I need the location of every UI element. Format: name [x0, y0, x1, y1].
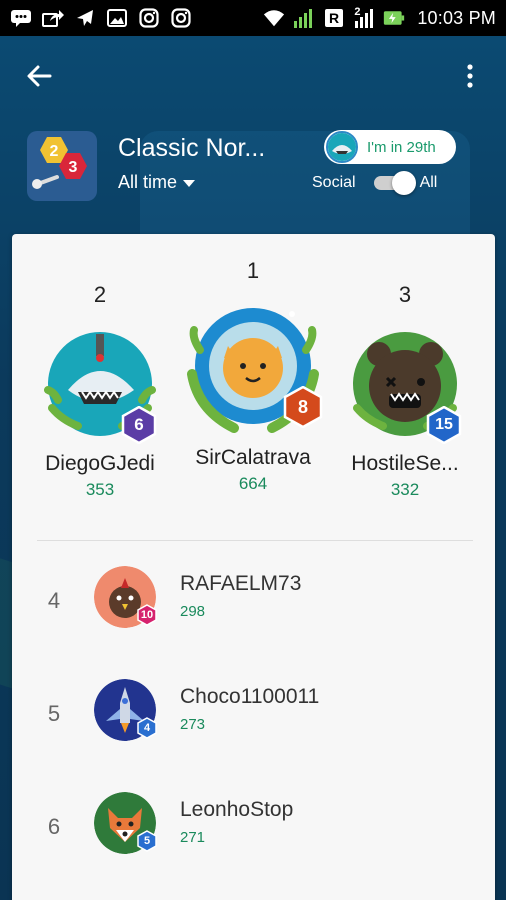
- player-name: HostileSe...: [351, 452, 459, 475]
- wifi-icon: [263, 8, 285, 28]
- level-value: 15: [435, 416, 453, 433]
- toggle-label-social: Social: [312, 174, 356, 191]
- back-button[interactable]: [14, 51, 64, 101]
- gallery-icon: [106, 8, 128, 28]
- status-bar: R 2 10:03 PM: [0, 0, 506, 36]
- more-options-button[interactable]: [448, 51, 492, 101]
- level-value: 4: [143, 722, 151, 734]
- level-badge: 15: [425, 406, 463, 444]
- status-time: 10:03 PM: [417, 7, 496, 28]
- leaderboard-header: 2 3 Classic Nor... All time I'm in 29th …: [0, 116, 506, 226]
- my-rank-text: I'm in 29th: [367, 138, 436, 156]
- avatar: [326, 131, 358, 163]
- arrow-left-icon: [27, 65, 52, 87]
- dropdown-arrow-icon: [183, 180, 196, 187]
- level-badge: 6: [120, 406, 158, 444]
- svg-text:R: R: [329, 10, 339, 26]
- leaderboard-card: 2 6 DiegoGJedi 353 1 8 SirCalatrava 664 …: [12, 234, 495, 900]
- avatar: 8: [178, 294, 328, 444]
- level-value: 8: [297, 396, 308, 417]
- rank-number: 6: [47, 814, 61, 839]
- page-title: Classic Nor...: [118, 134, 266, 162]
- player-score: 353: [85, 480, 115, 499]
- player-score: 273: [180, 716, 206, 733]
- player-name: Choco1100011: [180, 685, 320, 708]
- time-filter-label: All time: [118, 172, 178, 192]
- podium-second[interactable]: 2 6 DiegoGJedi 353: [25, 282, 175, 500]
- game-icon-number: 3: [69, 159, 78, 176]
- podium-rank: 1: [246, 258, 260, 283]
- social-all-toggle[interactable]: Social All: [312, 171, 438, 195]
- rank-number: 5: [47, 701, 61, 726]
- toggle-label-all: All: [419, 174, 438, 191]
- level-value: 6: [134, 415, 144, 434]
- player-score: 298: [180, 603, 206, 620]
- player-name: RAFAELM73: [180, 572, 302, 595]
- podium-rank: 3: [398, 282, 412, 307]
- my-rank-chip[interactable]: I'm in 29th: [324, 130, 456, 164]
- list-item[interactable]: 5 4 Choco1100011 273: [12, 679, 495, 769]
- toggle-switch[interactable]: [373, 171, 416, 195]
- flight-icon: [74, 8, 96, 28]
- signal-icon: 2: [353, 6, 375, 28]
- level-badge: 10: [136, 604, 158, 626]
- avatar: 15: [343, 322, 467, 446]
- message-icon: [10, 8, 32, 28]
- level-badge: 4: [136, 717, 158, 739]
- list-item[interactable]: 6 5 LeonhoStop 271: [12, 792, 495, 882]
- player-name: LeonhoStop: [180, 798, 294, 821]
- level-value: 10: [140, 609, 154, 621]
- rank-number: 4: [47, 588, 61, 613]
- game-icon: 2 3: [27, 131, 97, 201]
- toggle-knob: [391, 171, 416, 195]
- level-value: 5: [143, 835, 151, 847]
- podium-first[interactable]: 1 8 SirCalatrava 664: [178, 258, 328, 494]
- avatar: 6: [38, 322, 162, 446]
- instagram-icon: [170, 8, 192, 28]
- level-badge: 8: [282, 386, 324, 428]
- signal-icon: [293, 8, 315, 28]
- list-item[interactable]: 4 10 RAFAELM73 298: [12, 566, 495, 656]
- r-icon: R: [323, 8, 345, 28]
- player-score: 664: [238, 474, 268, 493]
- game-icon-number: 2: [50, 143, 59, 160]
- signal-label: 2: [354, 6, 361, 18]
- battery-charging-icon: [383, 8, 405, 28]
- player-score: 271: [180, 829, 206, 846]
- player-score: 332: [390, 480, 420, 499]
- podium-rank: 2: [93, 282, 107, 307]
- player-name: DiegoGJedi: [45, 452, 155, 475]
- time-filter-dropdown[interactable]: All time: [118, 172, 196, 193]
- instagram-icon: [138, 8, 160, 28]
- podium-third[interactable]: 3 15 HostileSe... 332: [330, 282, 480, 500]
- app-bar: [0, 36, 506, 116]
- player-name: SirCalatrava: [195, 446, 311, 469]
- share-icon: [42, 8, 64, 28]
- level-badge: 5: [136, 830, 158, 852]
- more-vert-icon: [467, 64, 473, 88]
- divider: [37, 540, 473, 541]
